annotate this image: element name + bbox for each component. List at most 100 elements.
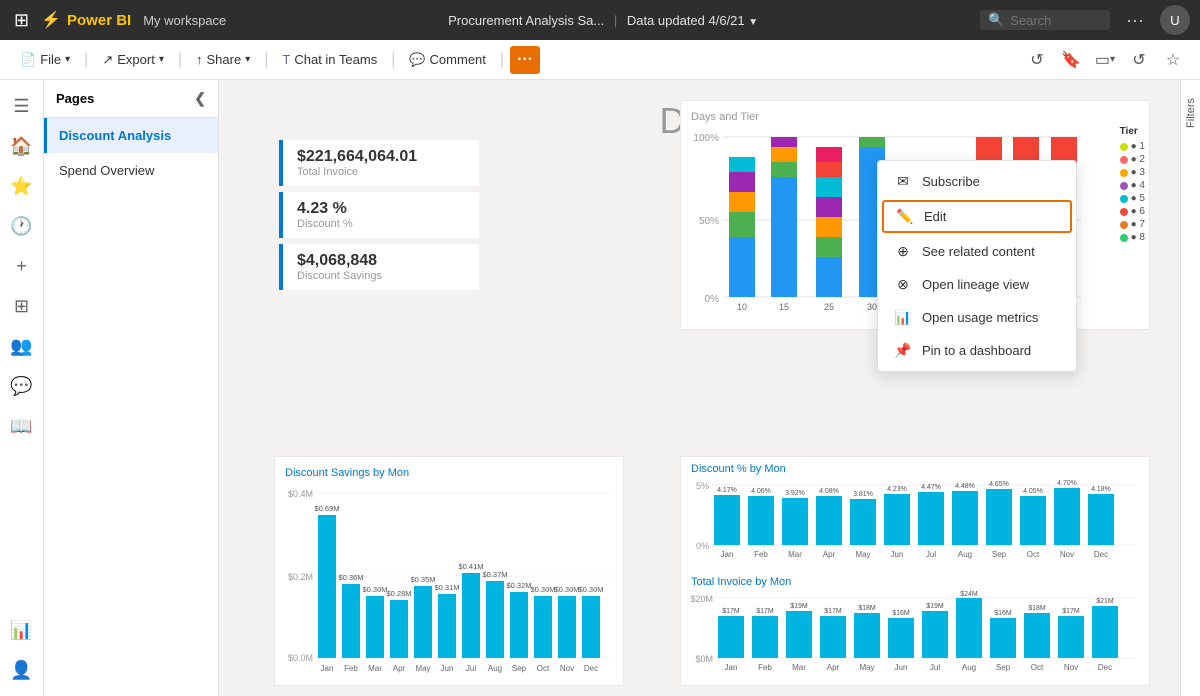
svg-text:$16M: $16M xyxy=(994,610,1012,617)
nav-menu-icon[interactable]: ☰ xyxy=(4,88,40,124)
svg-text:4.48%: 4.48% xyxy=(955,483,975,490)
nav-recent-icon[interactable]: 🕐 xyxy=(4,208,40,244)
svg-text:Jul: Jul xyxy=(466,664,476,673)
user-avatar[interactable]: U xyxy=(1160,5,1190,35)
svg-text:Aug: Aug xyxy=(962,663,976,672)
svg-text:$16M: $16M xyxy=(892,610,910,617)
file-button[interactable]: 📄 File ▾ xyxy=(12,48,78,72)
svg-text:5%: 5% xyxy=(696,481,709,491)
svg-text:$17M: $17M xyxy=(756,608,774,615)
refresh-button[interactable]: ↺ xyxy=(1124,46,1154,74)
svg-text:$17M: $17M xyxy=(824,608,842,615)
svg-text:4.18%: 4.18% xyxy=(1091,486,1111,493)
lineage-icon: ⊗ xyxy=(894,276,912,293)
workspace-label[interactable]: My workspace xyxy=(143,13,226,28)
svg-text:$17M: $17M xyxy=(1062,608,1080,615)
dropdown-lineage[interactable]: ⊗ Open lineage view xyxy=(878,268,1076,301)
bookmark-button[interactable]: 🔖 xyxy=(1056,46,1086,74)
svg-text:0%: 0% xyxy=(705,294,720,305)
toolbar: 📄 File ▾ | ↗ Export ▾ | ↑ Share ▾ | T Ch… xyxy=(0,40,1200,80)
svg-text:Sep: Sep xyxy=(996,663,1011,672)
left-nav: ☰ 🏠 ⭐ 🕐 + ⊞ 👥 💬 📖 📊 👤 xyxy=(0,80,44,696)
topnav-more-button[interactable]: ··· xyxy=(1118,6,1152,35)
nav-create-icon[interactable]: + xyxy=(4,248,40,284)
more-options-button[interactable]: ··· xyxy=(510,46,540,74)
svg-text:$0.41M: $0.41M xyxy=(458,562,483,571)
page-item-discount-analysis[interactable]: Discount Analysis xyxy=(44,118,218,153)
svg-text:$0.30M: $0.30M xyxy=(530,585,555,594)
svg-text:3.92%: 3.92% xyxy=(785,490,805,497)
stat-discount-savings-value: $4,068,848 xyxy=(297,252,465,270)
nav-people-icon[interactable]: 👥 xyxy=(4,328,40,364)
svg-text:Aug: Aug xyxy=(958,550,972,559)
undo-button[interactable]: ↺ xyxy=(1022,46,1052,74)
nav-chat-icon[interactable]: 💬 xyxy=(4,368,40,404)
data-updated-chevron[interactable]: ▼ xyxy=(748,17,758,28)
metrics-icon: 📊 xyxy=(894,309,912,326)
svg-text:$21M: $21M xyxy=(1096,598,1114,605)
svg-text:Sep: Sep xyxy=(512,664,527,673)
nav-apps-icon[interactable]: ⊞ xyxy=(4,288,40,324)
page-item-spend-overview[interactable]: Spend Overview xyxy=(44,153,218,188)
comment-button[interactable]: 💬 Comment xyxy=(401,48,494,72)
svg-text:May: May xyxy=(415,664,430,673)
svg-text:Sep: Sep xyxy=(992,550,1007,559)
discount-pct-svg: 5% 0% 4.17% Jan 4.06% Feb 3.92% Mar 4.08… xyxy=(691,477,1141,567)
view-button[interactable]: ▭ ▾ xyxy=(1090,46,1120,74)
svg-text:Feb: Feb xyxy=(754,550,768,559)
lower-left-title: Discount Savings by Mon xyxy=(285,467,613,479)
nav-metrics-icon[interactable]: 📊 xyxy=(4,612,40,648)
share-button[interactable]: ↑ Share ▾ xyxy=(188,48,258,71)
app-grid-icon[interactable]: ⊞ xyxy=(10,6,33,35)
svg-text:3.81%: 3.81% xyxy=(853,491,873,498)
nav-favorites-icon[interactable]: ⭐ xyxy=(4,168,40,204)
stat-total-invoice: $221,664,064.01 Total Invoice xyxy=(279,140,479,186)
svg-text:4.65%: 4.65% xyxy=(989,481,1009,488)
main-layout: ☰ 🏠 ⭐ 🕐 + ⊞ 👥 💬 📖 📊 👤 Pages ❮ Discount A… xyxy=(0,80,1200,696)
dropdown-usage-metrics[interactable]: 📊 Open usage metrics xyxy=(878,301,1076,334)
nav-account-icon[interactable]: 👤 xyxy=(4,652,40,688)
svg-text:4.17%: 4.17% xyxy=(717,487,737,494)
dropdown-pin-dashboard[interactable]: 📌 Pin to a dashboard xyxy=(878,334,1076,367)
edit-icon: ✏️ xyxy=(896,208,914,225)
svg-text:Mar: Mar xyxy=(368,664,382,673)
svg-text:May: May xyxy=(855,550,870,559)
svg-text:15: 15 xyxy=(779,302,789,312)
dropdown-menu: ✉ Subscribe ✏️ Edit ⊕ See related conten… xyxy=(877,160,1077,372)
export-icon: ↗ xyxy=(102,52,113,68)
svg-text:4.05%: 4.05% xyxy=(1023,488,1043,495)
search-input[interactable] xyxy=(1010,13,1100,28)
svg-text:$0.36M: $0.36M xyxy=(338,573,363,582)
nav-learn-icon[interactable]: 📖 xyxy=(4,408,40,444)
brand-logo: ⚡ Power BI xyxy=(41,10,131,30)
svg-text:$19M: $19M xyxy=(926,603,944,610)
search-box[interactable]: 🔍 xyxy=(980,10,1110,30)
dropdown-subscribe[interactable]: ✉ Subscribe xyxy=(878,165,1076,198)
nav-home-icon[interactable]: 🏠 xyxy=(4,128,40,164)
chat-teams-button[interactable]: T Chat in Teams xyxy=(274,48,385,71)
discount-pct-title: Discount % by Mon xyxy=(691,463,1139,475)
stat-total-invoice-value: $221,664,064.01 xyxy=(297,148,465,166)
svg-text:Feb: Feb xyxy=(758,663,772,672)
total-invoice-svg: $20M $0M $17M Jan $17M Feb $19M Mar $17M… xyxy=(691,590,1141,680)
svg-text:Jan: Jan xyxy=(725,663,738,672)
svg-text:$0.35M: $0.35M xyxy=(410,575,435,584)
dropdown-see-related[interactable]: ⊕ See related content xyxy=(878,235,1076,268)
svg-text:May: May xyxy=(859,663,874,672)
favorite-button[interactable]: ☆ xyxy=(1158,46,1188,74)
svg-text:Apr: Apr xyxy=(393,664,406,673)
svg-text:Oct: Oct xyxy=(1027,550,1040,559)
svg-text:Jul: Jul xyxy=(930,663,940,672)
dropdown-edit[interactable]: ✏️ Edit xyxy=(882,200,1072,233)
svg-text:Oct: Oct xyxy=(537,664,550,673)
svg-text:$24M: $24M xyxy=(960,591,978,598)
svg-text:30: 30 xyxy=(867,302,877,312)
export-button[interactable]: ↗ Export ▾ xyxy=(94,48,172,72)
svg-text:10: 10 xyxy=(737,302,747,312)
filters-label[interactable]: Filters xyxy=(1185,98,1197,128)
pages-collapse-button[interactable]: ❮ xyxy=(194,90,206,107)
svg-text:Dec: Dec xyxy=(584,664,598,673)
upper-chart-title: Days and Tier xyxy=(691,111,1139,123)
related-icon: ⊕ xyxy=(894,243,912,260)
svg-text:$18M: $18M xyxy=(1028,605,1046,612)
